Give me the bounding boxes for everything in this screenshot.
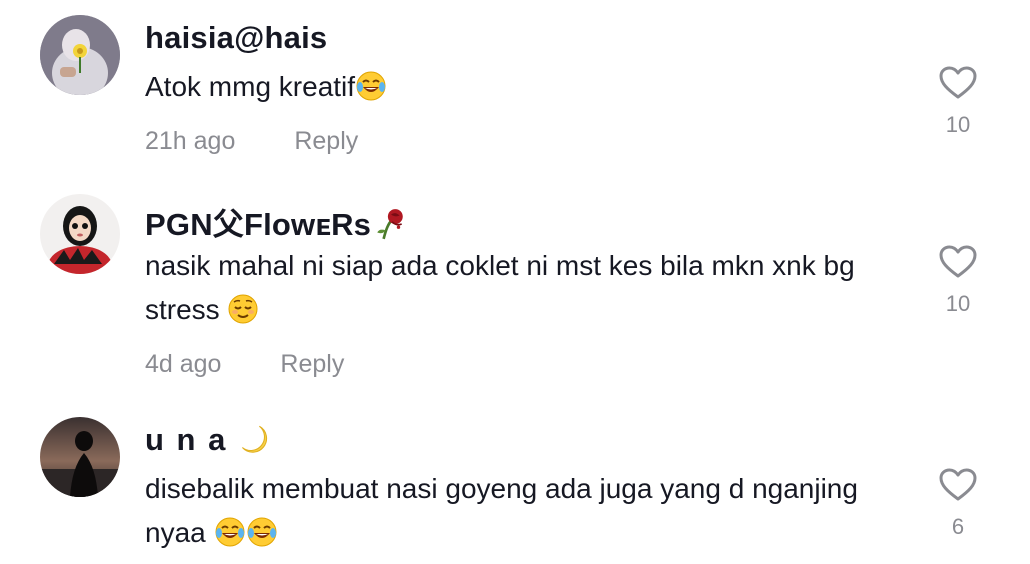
like-button[interactable]: 6 [938,468,978,540]
user-avatar[interactable] [40,417,120,497]
comment-meta: 21h ago Reply [145,127,358,156]
like-button[interactable]: 10 [938,245,978,317]
user-avatar[interactable] [40,194,120,274]
like-button[interactable]: 10 [938,66,978,138]
like-count: 6 [951,514,965,539]
crescent-moon-icon [236,422,270,456]
avatar-image [40,194,120,274]
comment-text: disebalik membuat nasi goyeng ada juga y… [145,467,925,555]
comment-username[interactable]: u n a [145,422,270,458]
comment-username-text: u n a [145,422,228,457]
avatar-image [40,15,120,95]
comment-meta: 4d ago Reply [145,350,344,379]
comment-timestamp: 4d ago [145,350,222,378]
face-with-tears-of-joy-icon [246,516,278,548]
comment-username[interactable]: PGN父FlowᴇRs [145,199,407,244]
comment-username-text: PGN父FlowᴇRs [145,207,372,242]
comment-list: haisia@hais Atok mmg kreatif 21h ago Rep… [0,0,1030,564]
face-with-tears-of-joy-icon [214,516,246,548]
comment-text: Atok mmg kreatif [145,65,925,109]
comment-text: nasik mahal ni siap ada coklet ni mst ke… [145,244,925,332]
like-count: 10 [945,112,971,137]
face-with-tears-of-joy-icon [355,70,387,102]
comment-username[interactable]: haisia@hais [145,20,327,56]
heart-icon [939,245,977,278]
reply-button[interactable]: Reply [294,127,358,155]
reply-button[interactable]: Reply [280,350,344,378]
avatar-image [40,417,120,497]
heart-icon [939,468,977,501]
comment-text-content: Atok mmg kreatif [145,71,356,102]
comment-timestamp: 21h ago [145,127,236,155]
user-avatar[interactable] [40,15,120,95]
like-count: 10 [945,291,971,316]
wilted-rose-icon [373,207,407,241]
heart-icon [939,66,977,99]
relieved-face-icon [227,293,259,325]
